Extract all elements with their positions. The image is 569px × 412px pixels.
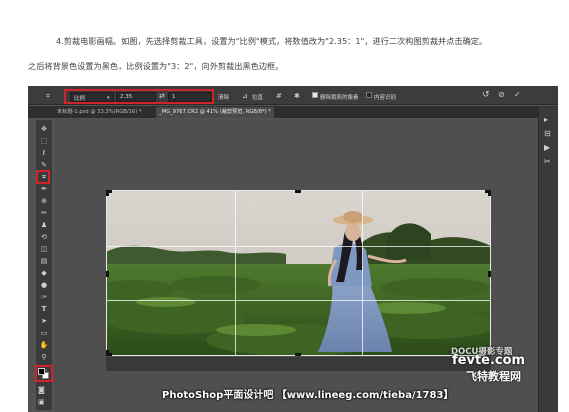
gear-icon[interactable]: ✱: [294, 92, 300, 100]
tab-untitled[interactable]: 未标题-1.psd @ 33.3%(RGB/16) *: [54, 107, 144, 118]
straighten-button[interactable]: 拉直: [252, 93, 263, 101]
shape-tool-icon[interactable]: ▭: [39, 328, 49, 338]
clear-button[interactable]: 清除: [218, 93, 229, 101]
history-panel-icon[interactable]: ⊟: [544, 130, 551, 138]
tab-mg-9767[interactable]: _MG_9767.CR2 @ 41% (裁剪预览, RGB/8*) *: [156, 107, 274, 118]
panel-dock: ▸ ⊟ ▶ ✂: [538, 106, 558, 412]
crop-grid-line-h1: [107, 245, 490, 247]
eyedropper-tool-icon[interactable]: ✒: [39, 184, 49, 194]
crop-grid-line-v1: [234, 191, 236, 355]
reset-icon[interactable]: ↺: [482, 91, 490, 100]
blur-tool-icon[interactable]: ◆: [39, 268, 49, 278]
type-tool-icon[interactable]: T: [39, 304, 49, 314]
stamp-tool-icon[interactable]: ♟: [39, 220, 49, 230]
lasso-tool-icon[interactable]: ℓ: [39, 148, 49, 158]
dodge-tool-icon[interactable]: ●: [39, 280, 49, 290]
quick-mask-icon[interactable]: ◙: [38, 386, 45, 394]
document-tabs: 未标题-1.psd @ 33.3%(RGB/16) * _MG_9767.CR2…: [28, 106, 558, 118]
history-brush-tool-icon[interactable]: ⟲: [39, 232, 49, 242]
crop-handle-left[interactable]: [106, 271, 109, 277]
hand-tool-icon[interactable]: ✋: [39, 340, 49, 350]
crop-handle-tl-v[interactable]: [106, 190, 109, 196]
article-paragraph-2: 之后将背景色设置为黑色，比例设置为"3：2"，向外剪裁出黑色边框。: [28, 61, 284, 71]
move-tool-icon[interactable]: ✥: [39, 124, 49, 134]
crop-grid-line-v2: [362, 191, 364, 355]
swatch-highlight-box: [35, 365, 53, 382]
delete-pixels-label: 删除裁剪的像素: [320, 95, 359, 101]
overlay-grid-icon[interactable]: #: [276, 92, 282, 100]
fevte-watermark: fevte.com: [452, 353, 526, 368]
footer-watermark: PhotoShop平面设计吧 【www.lineeg.com/tieba/178…: [162, 390, 454, 401]
quick-select-tool-icon[interactable]: ✎: [39, 160, 49, 170]
tools-panel-icon[interactable]: ✂: [544, 158, 551, 166]
pen-tool-icon[interactable]: ✑: [39, 292, 49, 302]
delete-pixels-checkbox[interactable]: [312, 92, 318, 98]
path-select-tool-icon[interactable]: ➤: [39, 316, 49, 326]
brush-tool-icon[interactable]: ✏: [39, 208, 49, 218]
gradient-tool-icon[interactable]: ▤: [39, 256, 49, 266]
straighten-icon: ⊿: [242, 92, 248, 100]
crop-handle-top[interactable]: [295, 190, 301, 193]
crop-grid-line-h2: [107, 300, 490, 302]
crop-frame[interactable]: [106, 190, 491, 356]
ratio-highlight-box: [64, 89, 214, 104]
crop-handle-bottom[interactable]: [295, 353, 301, 356]
play-panel-icon[interactable]: ▶: [544, 144, 550, 152]
crop-shield-bottom: [106, 357, 491, 371]
cancel-icon[interactable]: ⊘: [498, 91, 505, 99]
collapse-panel-icon[interactable]: ▸: [544, 116, 548, 124]
healing-tool-icon[interactable]: ⊕: [39, 196, 49, 206]
article-paragraph-1: 4.剪裁电影画幅。如图，先选择剪裁工具，设置为"比例"模式，将数值改为"2.35…: [56, 36, 488, 46]
crop-tool-icon[interactable]: ⌗: [46, 92, 50, 100]
crop-tool-highlight-box: [36, 170, 50, 184]
eraser-tool-icon[interactable]: ◫: [39, 244, 49, 254]
crop-handle-tr-v[interactable]: [488, 190, 491, 196]
content-aware-label: 内容识别: [374, 95, 397, 101]
crop-options-bar: ⌗ 比例 ▾ 2.35 ⇄ 1 清除 ⊿ 拉直 # ✱ 删除裁剪的像素 内容识别…: [28, 86, 558, 105]
crop-handle-right[interactable]: [488, 271, 491, 277]
crop-handle-bl-v[interactable]: [106, 350, 109, 356]
commit-check-icon[interactable]: ✓: [514, 91, 521, 99]
content-aware-checkbox[interactable]: [366, 92, 372, 98]
screen-mode-icon[interactable]: ▣: [38, 398, 45, 406]
zoom-tool-icon[interactable]: ⚲: [39, 352, 49, 362]
fevte-cn-watermark: 飞特教程网: [466, 370, 521, 383]
marquee-tool-icon[interactable]: ⬚: [39, 136, 49, 146]
